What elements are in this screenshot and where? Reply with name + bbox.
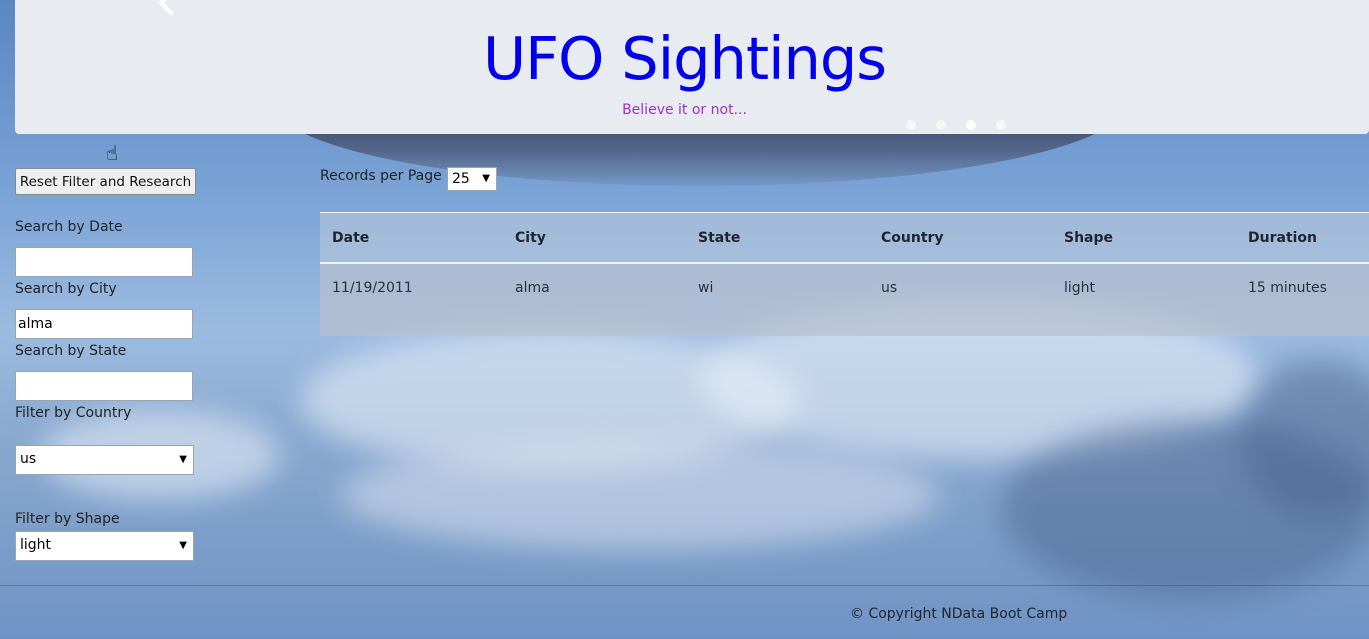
footer-divider [0, 585, 1369, 586]
column-header-duration: Duration [1248, 230, 1318, 246]
reset-filter-button[interactable]: Reset Filter and Research [15, 168, 196, 195]
column-header-state: State [698, 230, 741, 246]
cell-duration: 15 minutes [1248, 280, 1327, 296]
country-select-value: us [20, 451, 37, 467]
hero-banner: UFO Sightings Believe it or not... [15, 0, 1369, 134]
column-header-country: Country [881, 230, 944, 246]
carousel-dot-active[interactable] [966, 120, 976, 130]
footer-copyright: © Copyright NData Boot Camp [850, 606, 1068, 622]
records-per-page-value: 25 [452, 171, 470, 187]
country-select[interactable]: us ▼ [15, 445, 194, 475]
dropdown-arrow-icon: ▼ [482, 173, 490, 184]
records-per-page-select[interactable]: 25 ▼ [447, 167, 497, 191]
cloud [340, 440, 940, 550]
column-header-date: Date [332, 230, 370, 246]
country-label: Filter by Country [15, 405, 132, 421]
dropdown-arrow-icon: ▼ [179, 540, 187, 551]
state-label: Search by State [15, 343, 127, 359]
results-table: Date City State Country Shape Duration 1… [320, 212, 1369, 336]
cell-date: 11/19/2011 [332, 280, 413, 296]
cell-city: alma [515, 280, 550, 296]
shape-select-value: light [20, 537, 52, 553]
column-header-shape: Shape [1064, 230, 1114, 246]
carousel-prev-icon[interactable] [158, 0, 184, 16]
carousel-dot[interactable] [936, 120, 946, 130]
cell-state: wi [698, 280, 714, 296]
shape-select[interactable]: light ▼ [15, 531, 194, 561]
carousel-dot[interactable] [906, 120, 916, 130]
state-search-input[interactable] [15, 371, 193, 401]
city-search-input[interactable] [15, 309, 193, 339]
hand-cursor-icon: ☝ [106, 141, 119, 165]
carousel-indicators [906, 120, 1006, 130]
cell-country: us [881, 280, 898, 296]
carousel-dot[interactable] [996, 120, 1006, 130]
page-subtitle: Believe it or not... [622, 102, 747, 118]
table-row: 11/19/2011 alma wi us light 15 minutes [320, 264, 1369, 336]
page-title: UFO Sightings [482, 24, 887, 93]
cell-shape: light [1064, 280, 1096, 296]
table-header: Date City State Country Shape Duration [320, 213, 1369, 264]
shape-label: Filter by Shape [15, 511, 120, 527]
column-header-city: City [515, 230, 546, 246]
records-per-page-label: Records per Page [320, 168, 442, 184]
dropdown-arrow-icon: ▼ [179, 454, 187, 465]
city-label: Search by City [15, 281, 117, 297]
date-label: Search by Date [15, 219, 123, 235]
date-search-input[interactable] [15, 247, 193, 277]
